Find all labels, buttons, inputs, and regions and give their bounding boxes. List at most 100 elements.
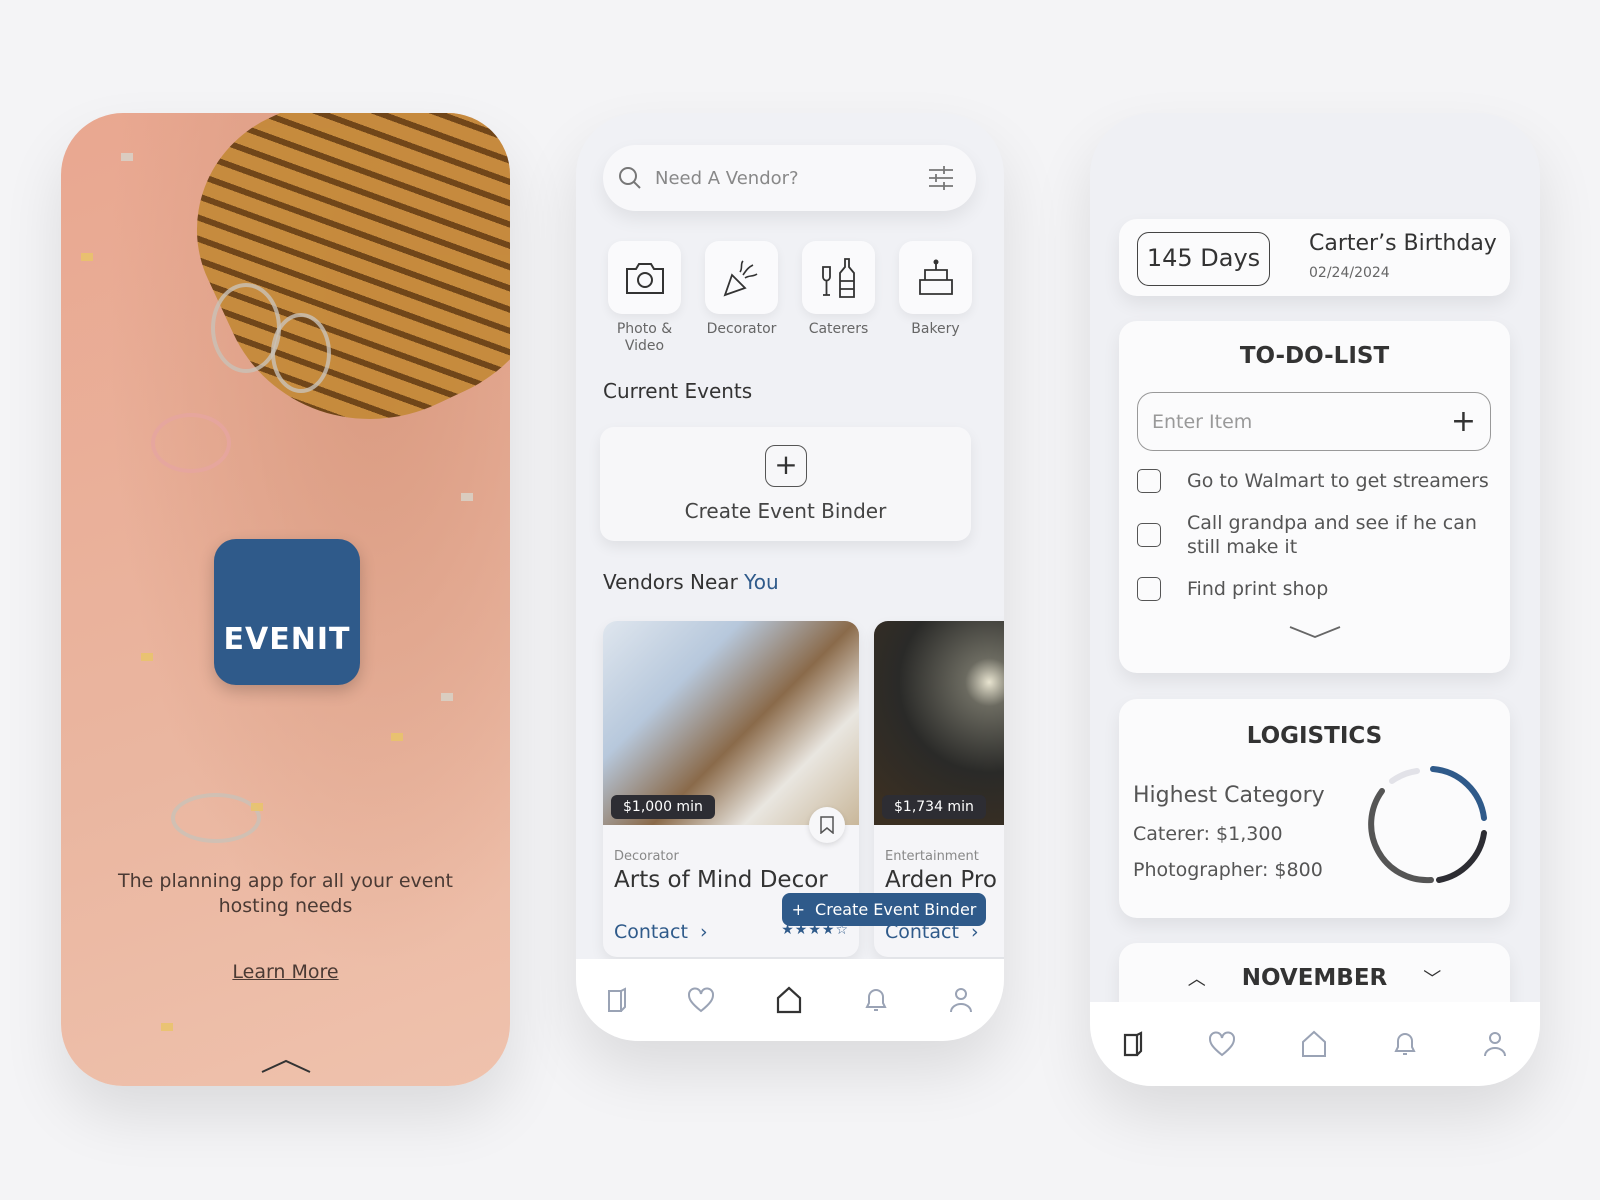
logo-text: EVENIT <box>223 622 351 657</box>
category-bakery[interactable] <box>899 241 972 314</box>
nav-profile-icon[interactable] <box>948 986 974 1014</box>
chevron-down-icon[interactable] <box>1289 625 1341 639</box>
heading-accent: You <box>744 570 779 594</box>
event-name: Carter’s Birthday <box>1309 231 1497 256</box>
confetti <box>251 803 263 811</box>
category-label: Bakery <box>911 321 960 337</box>
ribbon-decoration <box>171 793 261 843</box>
caterer-cost: Caterer: $1,300 <box>1133 823 1283 845</box>
todo-checkbox[interactable] <box>1137 577 1161 601</box>
nav-heart-icon[interactable] <box>687 987 715 1013</box>
category-label: Caterers <box>808 321 869 337</box>
party-popper-icon <box>723 259 757 296</box>
tagline: The planning app for all your event host… <box>118 870 453 917</box>
todo-text: Call grandpa and see if he can still mak… <box>1187 512 1477 558</box>
todo-checkbox[interactable] <box>1137 469 1161 493</box>
learn-more-link[interactable]: Learn More <box>61 961 510 983</box>
price-badge: $1,734 min <box>882 795 986 819</box>
todo-placeholder: Enter Item <box>1152 410 1253 433</box>
bookmark-icon[interactable] <box>809 807 845 843</box>
contact-link[interactable]: Contact › <box>614 921 708 943</box>
add-item-plus-icon[interactable]: + <box>1451 404 1476 439</box>
todo-title: TO-DO-LIST <box>1239 343 1390 369</box>
vendor-photo: $1,000 min <box>603 621 859 825</box>
price-badge: $1,000 min <box>611 795 715 819</box>
confetti <box>391 733 403 741</box>
plus-icon: + <box>765 445 807 487</box>
search-input[interactable]: Need A Vendor? <box>655 168 928 189</box>
month-label: NOVEMBER <box>1241 965 1388 991</box>
todo-card: TO-DO-LIST Enter Item + Go to Walmart to … <box>1119 321 1510 673</box>
vendor-category: Entertainment <box>885 849 979 864</box>
logistics-title: LOGISTICS <box>1246 723 1383 749</box>
home-screen: Need A Vendor? Photo & Video Decorator C… <box>576 113 1004 1041</box>
confetti <box>141 653 153 661</box>
event-summary-card[interactable]: 145 Days Carter’s Birthday 02/24/2024 <box>1119 219 1510 296</box>
nav-heart-icon[interactable] <box>1208 1031 1236 1057</box>
todo-item: Call grandpa and see if he can still mak… <box>1137 511 1497 559</box>
ribbon-decoration <box>271 313 331 393</box>
plus-icon: + <box>791 900 806 919</box>
confetti <box>121 153 133 161</box>
category-label: Photo & Video <box>616 321 673 354</box>
dashboard-screen: 145 Days Carter’s Birthday 02/24/2024 TO… <box>1090 113 1540 1086</box>
category-caterers[interactable] <box>802 241 875 314</box>
nav-binder-icon[interactable] <box>606 987 628 1013</box>
current-events-heading: Current Events <box>603 379 753 403</box>
contact-label: Contact <box>614 921 688 943</box>
vendor-name: Arts of Mind Decor <box>614 867 828 893</box>
create-event-binder-card[interactable]: + Create Event Binder <box>600 427 971 541</box>
category-photo-video[interactable] <box>608 241 681 314</box>
evenit-logo: EVENIT <box>214 539 360 685</box>
search-icon <box>619 167 641 189</box>
highest-category-label: Highest Category <box>1133 783 1325 808</box>
confetti <box>161 1023 173 1031</box>
ring-segment-accent <box>1430 766 1487 821</box>
wine-bottle-icon <box>821 257 855 298</box>
camera-icon <box>625 262 664 294</box>
nav-home-icon[interactable] <box>775 986 803 1014</box>
ribbon-decoration <box>151 413 231 473</box>
todo-text: Find print shop <box>1187 578 1329 600</box>
nav-bell-icon[interactable] <box>1392 1030 1418 1058</box>
category-decorator[interactable] <box>705 241 778 314</box>
create-event-binder-button[interactable]: + Create Event Binder <box>782 893 986 926</box>
confetti <box>441 693 453 701</box>
budget-ring-chart <box>1368 766 1487 884</box>
vendor-photo: $1,734 min <box>874 621 1004 825</box>
ring-segment-light <box>1389 768 1420 784</box>
vendor-category: Decorator <box>614 849 679 864</box>
nav-bell-icon[interactable] <box>863 986 889 1014</box>
prev-month-icon[interactable]: ︿ <box>1188 965 1206 991</box>
countdown-badge: 145 Days <box>1137 232 1270 286</box>
todo-checkbox[interactable] <box>1137 523 1161 547</box>
ring-segment-dark <box>1436 830 1487 883</box>
todo-text: Go to Walmart to get streamers <box>1187 470 1489 492</box>
search-bar[interactable]: Need A Vendor? <box>603 145 976 211</box>
month-selector: ︿ NOVEMBER ﹀ <box>1119 965 1510 991</box>
bottom-nav <box>1090 1002 1540 1086</box>
logistics-card: LOGISTICS Highest Category Caterer: $1,3… <box>1119 699 1510 918</box>
create-binder-label: Create Event Binder <box>684 499 887 523</box>
event-date: 02/24/2024 <box>1309 265 1390 281</box>
nav-binder-icon[interactable] <box>1122 1031 1144 1057</box>
todo-item: Go to Walmart to get streamers <box>1137 469 1497 493</box>
filter-sliders-icon[interactable] <box>928 165 954 191</box>
vendor-name: Arden Pro <box>885 867 997 893</box>
photographer-cost: Photographer: $800 <box>1133 859 1323 881</box>
next-month-icon[interactable]: ﹀ <box>1423 965 1441 991</box>
confetti <box>461 493 473 501</box>
todo-input[interactable]: Enter Item + <box>1137 392 1491 451</box>
nav-profile-icon[interactable] <box>1482 1030 1508 1058</box>
confetti <box>81 253 93 261</box>
heading-text: Vendors Near <box>603 570 738 594</box>
chevron-up-icon[interactable] <box>260 1058 312 1074</box>
cake-icon <box>918 259 953 295</box>
fab-label: Create Event Binder <box>815 900 977 919</box>
vendors-near-you-heading: Vendors Near You <box>603 570 779 594</box>
nav-home-icon[interactable] <box>1300 1030 1328 1058</box>
category-label: Decorator <box>706 321 777 337</box>
todo-item: Find print shop <box>1137 577 1497 601</box>
bottom-nav <box>576 959 1004 1041</box>
ring-segment-gray <box>1368 788 1434 884</box>
